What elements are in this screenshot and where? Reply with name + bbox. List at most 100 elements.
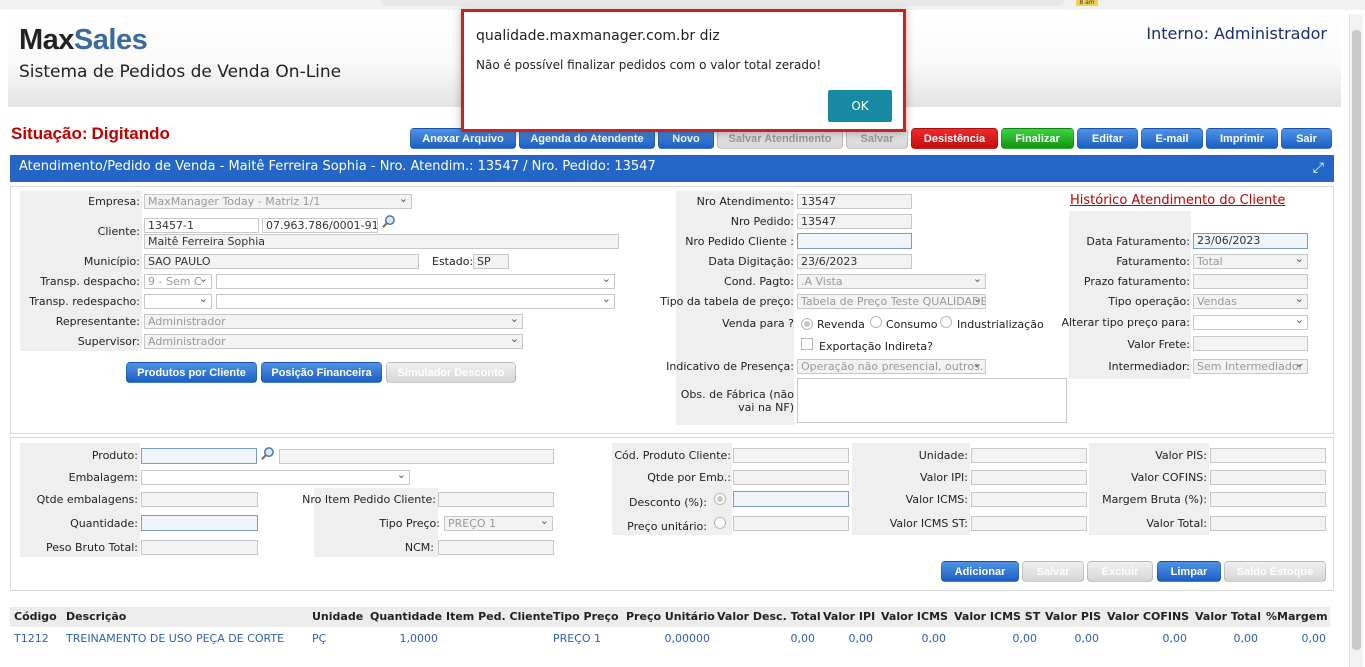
table-header: Código Descrição Unidade Quantidade Item… [10, 607, 1330, 627]
qtde-embalagens-field[interactable] [141, 492, 258, 507]
obs-fabrica-label: Obs. de Fábrica (não vai na NF) [680, 388, 794, 414]
col-valor-icms: Valor ICMS [881, 610, 948, 623]
ok-button[interactable]: OK [828, 90, 892, 122]
obs-fabrica-textarea[interactable] [797, 378, 1067, 423]
search-produto-icon[interactable] [260, 446, 275, 461]
consumo-label: Consumo [886, 318, 938, 331]
margem-bruta-field [1210, 492, 1326, 507]
industrializacao-radio[interactable] [940, 316, 952, 328]
simulador-desconto-button[interactable]: Simulador Desconto [386, 362, 516, 383]
expand-icon[interactable]: ⤢ [1313, 161, 1324, 175]
historico-atendimento-link[interactable]: Histórico Atendimento do Cliente [1070, 193, 1285, 208]
valor-frete-label: Valor Frete: [1127, 338, 1190, 351]
transp-redespacho-label: Transp. redespacho: [29, 295, 140, 308]
municipio-field: SAO PAULO [144, 254, 419, 269]
sair-button[interactable]: Sair [1281, 128, 1332, 149]
cell-codigo[interactable]: T1212 [14, 631, 49, 647]
tipo-preco-select[interactable]: PREÇO 1 [444, 516, 553, 531]
vertical-scrollbar[interactable] [1349, 14, 1363, 667]
status-value: Digitando [91, 124, 170, 143]
cell-valor-cofins: 0,00 [1162, 632, 1188, 645]
col-valor-desc-total: Valor Desc. Total [717, 610, 821, 623]
desconto-radio[interactable] [714, 493, 726, 505]
embalagem-select[interactable] [141, 470, 410, 485]
valor-icms-st-field [971, 516, 1087, 531]
supervisor-select[interactable]: Administrador [144, 334, 523, 349]
excluir-button[interactable]: Excluir [1087, 561, 1153, 582]
transp-despacho-select[interactable]: 9 - Sem C [144, 274, 212, 289]
cell-valor-total: 0,00 [1233, 632, 1259, 645]
cond-pagto-select[interactable]: .A Vista [797, 274, 986, 289]
col-margem: %Margem [1266, 610, 1328, 623]
tipo-tabela-select[interactable]: Tabela de Preço Teste QUALIDADE [797, 294, 986, 309]
app-subtitle: Sistema de Pedidos de Venda On-Line [19, 62, 342, 82]
tipo-operacao-select[interactable]: Vendas [1193, 294, 1308, 309]
order-title-bar: Atendimento/Pedido de Venda - Maitê Ferr… [10, 155, 1334, 182]
estado-field: SP [473, 254, 509, 269]
transp-despacho-name-select[interactable] [216, 274, 615, 289]
valor-frete-field[interactable] [1193, 336, 1308, 351]
data-faturamento-field[interactable]: 23/06/2023 [1193, 233, 1308, 249]
qtde-por-emb-label: Qtde por Emb.: [647, 471, 731, 484]
cod-produto-cliente-label: Cód. Produto Cliente: [614, 449, 731, 462]
nro-atendimento-label: Nro Atendimento: [696, 195, 794, 208]
cell-valor-pis: 0,00 [1074, 632, 1100, 645]
salvar-item-button[interactable]: Salvar [1022, 561, 1084, 582]
finalizar-button[interactable]: Finalizar [1001, 128, 1074, 149]
tipo-preco-label: Tipo Preço: [379, 517, 440, 530]
valor-icms-label: Valor ICMS: [905, 493, 968, 506]
intermediador-select[interactable]: Sem Intermediador [1193, 359, 1308, 374]
scrollbar-thumb[interactable] [1352, 30, 1361, 650]
cod-produto-cliente-field[interactable] [733, 448, 849, 463]
desconto-input[interactable] [733, 491, 849, 507]
transp-redespacho-name-select[interactable] [216, 294, 615, 309]
quantidade-label: Quantidade: [70, 517, 138, 530]
desistencia-button[interactable]: Desistência [911, 128, 998, 149]
prazo-faturamento-field[interactable] [1193, 274, 1308, 289]
preco-unitario-field[interactable] [733, 516, 849, 531]
quantidade-input[interactable] [141, 515, 258, 531]
search-cliente-icon[interactable] [381, 214, 396, 229]
alterar-tipo-preco-select[interactable] [1193, 315, 1308, 330]
indicativo-presenca-select[interactable]: Operação não presencial, outros. [797, 359, 986, 374]
adicionar-button[interactable]: Adicionar [941, 561, 1019, 582]
revenda-radio[interactable] [801, 318, 813, 330]
cliente-cnpj-field[interactable]: 07.963.786/0001-91 [262, 218, 378, 233]
faturamento-select[interactable]: Total [1193, 254, 1308, 269]
dialog-host: qualidade.maxmanager.com.br diz [476, 28, 720, 44]
order-status: Situação: Digitando [11, 124, 170, 144]
editar-button[interactable]: Editar [1077, 128, 1138, 149]
cell-margem: 0,00 [1301, 632, 1327, 645]
produto-label: Produto: [91, 449, 138, 462]
cell-descricao[interactable]: TREINAMENTO DE USO PEÇA DE CORTE [66, 631, 284, 647]
peso-bruto-label: Peso Bruto Total: [46, 541, 138, 554]
maxsales-logo: MaxSales [19, 24, 148, 56]
transp-redespacho-select[interactable] [144, 294, 212, 309]
nro-pedido-cliente-input[interactable] [797, 233, 912, 249]
email-button[interactable]: E-mail [1141, 128, 1203, 149]
valor-icms-st-label: Valor ICMS ST: [889, 517, 968, 530]
posicao-financeira-button[interactable]: Posição Financeira [261, 362, 382, 383]
preco-unitario-radio[interactable] [714, 517, 726, 529]
address-bar[interactable] [380, 0, 1065, 6]
ncm-field [438, 540, 554, 555]
produtos-por-cliente-button[interactable]: Produtos por Cliente [126, 362, 257, 383]
representante-select[interactable]: Administrador [144, 314, 523, 329]
imprimir-button[interactable]: Imprimir [1206, 128, 1278, 149]
cell-preco-unitario: 0,00000 [664, 632, 711, 645]
tipo-tabela-label: Tipo da tabela de preço: [660, 295, 794, 308]
unidade-label: Unidade: [918, 449, 968, 462]
saldo-estoque-button[interactable]: Saldo Estoque [1224, 561, 1326, 582]
margem-bruta-label: Margem Bruta (%): [1102, 493, 1207, 506]
cliente-code-field[interactable]: 13457-1 [144, 218, 259, 233]
exportacao-checkbox[interactable] [801, 338, 813, 350]
empresa-select[interactable]: MaxManager Today - Matriz 1/1 [144, 194, 412, 209]
nro-item-pedido-field[interactable] [438, 492, 554, 507]
produto-input[interactable] [141, 448, 257, 464]
data-digitacao-field: 23/6/2023 [797, 254, 912, 269]
col-valor-pis: Valor PIS [1045, 610, 1101, 623]
limpar-button[interactable]: Limpar [1157, 561, 1221, 582]
desconto-label: Desconto (%): [629, 496, 707, 509]
col-descricao: Descrição [66, 610, 127, 623]
consumo-radio[interactable] [870, 316, 882, 328]
